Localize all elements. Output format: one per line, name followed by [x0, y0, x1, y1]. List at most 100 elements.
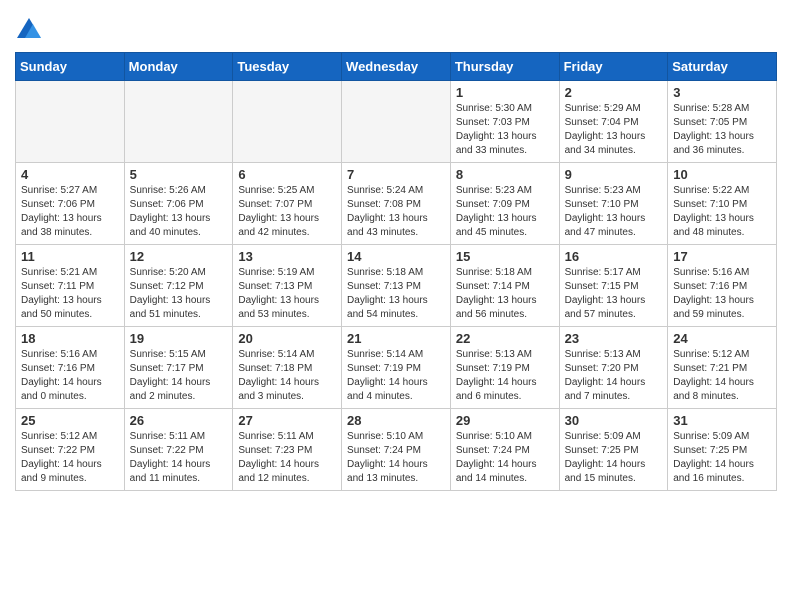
day-number: 20: [238, 331, 336, 346]
day-info: Sunrise: 5:13 AM Sunset: 7:19 PM Dayligh…: [456, 348, 554, 404]
day-number: 1: [456, 85, 554, 100]
calendar-cell: 16 Sunrise: 5:17 AM Sunset: 7:15 PM Dayli…: [559, 245, 668, 327]
calendar-cell: 29 Sunrise: 5:10 AM Sunset: 7:24 PM Dayli…: [450, 409, 559, 491]
day-number: 25: [21, 413, 119, 428]
calendar-cell: 20 Sunrise: 5:14 AM Sunset: 7:18 PM Dayli…: [233, 327, 342, 409]
calendar-cell: [124, 81, 233, 163]
calendar-cell: 31 Sunrise: 5:09 AM Sunset: 7:25 PM Dayli…: [668, 409, 777, 491]
calendar-cell: 19 Sunrise: 5:15 AM Sunset: 7:17 PM Dayli…: [124, 327, 233, 409]
day-info: Sunrise: 5:14 AM Sunset: 7:18 PM Dayligh…: [238, 348, 336, 404]
header: [15, 10, 777, 44]
day-info: Sunrise: 5:23 AM Sunset: 7:09 PM Dayligh…: [456, 184, 554, 240]
day-info: Sunrise: 5:11 AM Sunset: 7:23 PM Dayligh…: [238, 430, 336, 486]
logo: [15, 16, 45, 44]
day-info: Sunrise: 5:21 AM Sunset: 7:11 PM Dayligh…: [21, 266, 119, 322]
day-number: 28: [347, 413, 445, 428]
day-info: Sunrise: 5:09 AM Sunset: 7:25 PM Dayligh…: [673, 430, 771, 486]
day-info: Sunrise: 5:11 AM Sunset: 7:22 PM Dayligh…: [130, 430, 228, 486]
calendar-cell: 10Sunrise: 5:22 AM Sunset: 7:10 PM Dayli…: [668, 163, 777, 245]
calendar-cell: 4 Sunrise: 5:27 AM Sunset: 7:06 PM Daylig…: [16, 163, 125, 245]
calendar-cell: 7 Sunrise: 5:24 AM Sunset: 7:08 PM Daylig…: [342, 163, 451, 245]
calendar-cell: 8Sunrise: 5:23 AM Sunset: 7:09 PM Daylig…: [450, 163, 559, 245]
calendar-cell: 12 Sunrise: 5:20 AM Sunset: 7:12 PM Dayli…: [124, 245, 233, 327]
day-info: Sunrise: 5:10 AM Sunset: 7:24 PM Dayligh…: [456, 430, 554, 486]
day-number: 3: [673, 85, 771, 100]
day-number: 19: [130, 331, 228, 346]
weekday-header-monday: Monday: [124, 53, 233, 81]
day-info: Sunrise: 5:12 AM Sunset: 7:21 PM Dayligh…: [673, 348, 771, 404]
calendar-cell: 30 Sunrise: 5:09 AM Sunset: 7:25 PM Dayli…: [559, 409, 668, 491]
weekday-header-wednesday: Wednesday: [342, 53, 451, 81]
day-number: 27: [238, 413, 336, 428]
calendar-cell: 22 Sunrise: 5:13 AM Sunset: 7:19 PM Dayli…: [450, 327, 559, 409]
day-number: 12: [130, 249, 228, 264]
day-info: Sunrise: 5:16 AM Sunset: 7:16 PM Dayligh…: [673, 266, 771, 322]
calendar-cell: 27 Sunrise: 5:11 AM Sunset: 7:23 PM Dayli…: [233, 409, 342, 491]
day-number: 10: [673, 167, 771, 182]
calendar-week-4: 18 Sunrise: 5:16 AM Sunset: 7:16 PM Dayli…: [16, 327, 777, 409]
calendar-cell: 25 Sunrise: 5:12 AM Sunset: 7:22 PM Dayli…: [16, 409, 125, 491]
day-info: Sunrise: 5:23 AM Sunset: 7:10 PM Dayligh…: [565, 184, 663, 240]
calendar-cell: 15 Sunrise: 5:18 AM Sunset: 7:14 PM Dayli…: [450, 245, 559, 327]
day-info: Sunrise: 5:27 AM Sunset: 7:06 PM Dayligh…: [21, 184, 119, 240]
calendar-cell: 1 Sunrise: 5:30 AM Sunset: 7:03 PM Daylig…: [450, 81, 559, 163]
calendar-cell: 23Sunrise: 5:13 AM Sunset: 7:20 PM Dayli…: [559, 327, 668, 409]
day-number: 30: [565, 413, 663, 428]
calendar: SundayMondayTuesdayWednesdayThursdayFrid…: [15, 52, 777, 491]
day-number: 22: [456, 331, 554, 346]
day-number: 31: [673, 413, 771, 428]
day-number: 2: [565, 85, 663, 100]
day-number: 13: [238, 249, 336, 264]
day-info: Sunrise: 5:25 AM Sunset: 7:07 PM Dayligh…: [238, 184, 336, 240]
day-info: Sunrise: 5:15 AM Sunset: 7:17 PM Dayligh…: [130, 348, 228, 404]
calendar-cell: 3Sunrise: 5:28 AM Sunset: 7:05 PM Daylig…: [668, 81, 777, 163]
calendar-cell: 18 Sunrise: 5:16 AM Sunset: 7:16 PM Dayli…: [16, 327, 125, 409]
day-number: 4: [21, 167, 119, 182]
day-info: Sunrise: 5:20 AM Sunset: 7:12 PM Dayligh…: [130, 266, 228, 322]
calendar-week-2: 4 Sunrise: 5:27 AM Sunset: 7:06 PM Daylig…: [16, 163, 777, 245]
calendar-cell: 9 Sunrise: 5:23 AM Sunset: 7:10 PM Daylig…: [559, 163, 668, 245]
weekday-header-row: SundayMondayTuesdayWednesdayThursdayFrid…: [16, 53, 777, 81]
day-info: Sunrise: 5:14 AM Sunset: 7:19 PM Dayligh…: [347, 348, 445, 404]
weekday-header-saturday: Saturday: [668, 53, 777, 81]
day-number: 29: [456, 413, 554, 428]
weekday-header-sunday: Sunday: [16, 53, 125, 81]
day-number: 16: [565, 249, 663, 264]
day-number: 15: [456, 249, 554, 264]
weekday-header-friday: Friday: [559, 53, 668, 81]
day-info: Sunrise: 5:16 AM Sunset: 7:16 PM Dayligh…: [21, 348, 119, 404]
day-info: Sunrise: 5:26 AM Sunset: 7:06 PM Dayligh…: [130, 184, 228, 240]
calendar-week-5: 25 Sunrise: 5:12 AM Sunset: 7:22 PM Dayli…: [16, 409, 777, 491]
calendar-cell: 5 Sunrise: 5:26 AM Sunset: 7:06 PM Daylig…: [124, 163, 233, 245]
day-number: 9: [565, 167, 663, 182]
day-number: 18: [21, 331, 119, 346]
calendar-cell: 17 Sunrise: 5:16 AM Sunset: 7:16 PM Dayli…: [668, 245, 777, 327]
calendar-cell: 2 Sunrise: 5:29 AM Sunset: 7:04 PM Daylig…: [559, 81, 668, 163]
day-info: Sunrise: 5:18 AM Sunset: 7:14 PM Dayligh…: [456, 266, 554, 322]
calendar-cell: 28 Sunrise: 5:10 AM Sunset: 7:24 PM Dayli…: [342, 409, 451, 491]
day-info: Sunrise: 5:09 AM Sunset: 7:25 PM Dayligh…: [565, 430, 663, 486]
calendar-cell: [16, 81, 125, 163]
logo-icon: [15, 16, 43, 44]
day-number: 21: [347, 331, 445, 346]
day-info: Sunrise: 5:30 AM Sunset: 7:03 PM Dayligh…: [456, 102, 554, 158]
day-info: Sunrise: 5:12 AM Sunset: 7:22 PM Dayligh…: [21, 430, 119, 486]
calendar-cell: 11Sunrise: 5:21 AM Sunset: 7:11 PM Dayli…: [16, 245, 125, 327]
calendar-cell: 24 Sunrise: 5:12 AM Sunset: 7:21 PM Dayli…: [668, 327, 777, 409]
day-info: Sunrise: 5:24 AM Sunset: 7:08 PM Dayligh…: [347, 184, 445, 240]
calendar-cell: [342, 81, 451, 163]
day-number: 17: [673, 249, 771, 264]
day-number: 5: [130, 167, 228, 182]
day-number: 6: [238, 167, 336, 182]
weekday-header-tuesday: Tuesday: [233, 53, 342, 81]
day-number: 23: [565, 331, 663, 346]
calendar-week-3: 11Sunrise: 5:21 AM Sunset: 7:11 PM Dayli…: [16, 245, 777, 327]
day-info: Sunrise: 5:29 AM Sunset: 7:04 PM Dayligh…: [565, 102, 663, 158]
day-number: 24: [673, 331, 771, 346]
calendar-cell: 6 Sunrise: 5:25 AM Sunset: 7:07 PM Daylig…: [233, 163, 342, 245]
day-info: Sunrise: 5:10 AM Sunset: 7:24 PM Dayligh…: [347, 430, 445, 486]
day-number: 7: [347, 167, 445, 182]
calendar-cell: 26Sunrise: 5:11 AM Sunset: 7:22 PM Dayli…: [124, 409, 233, 491]
weekday-header-thursday: Thursday: [450, 53, 559, 81]
day-info: Sunrise: 5:17 AM Sunset: 7:15 PM Dayligh…: [565, 266, 663, 322]
